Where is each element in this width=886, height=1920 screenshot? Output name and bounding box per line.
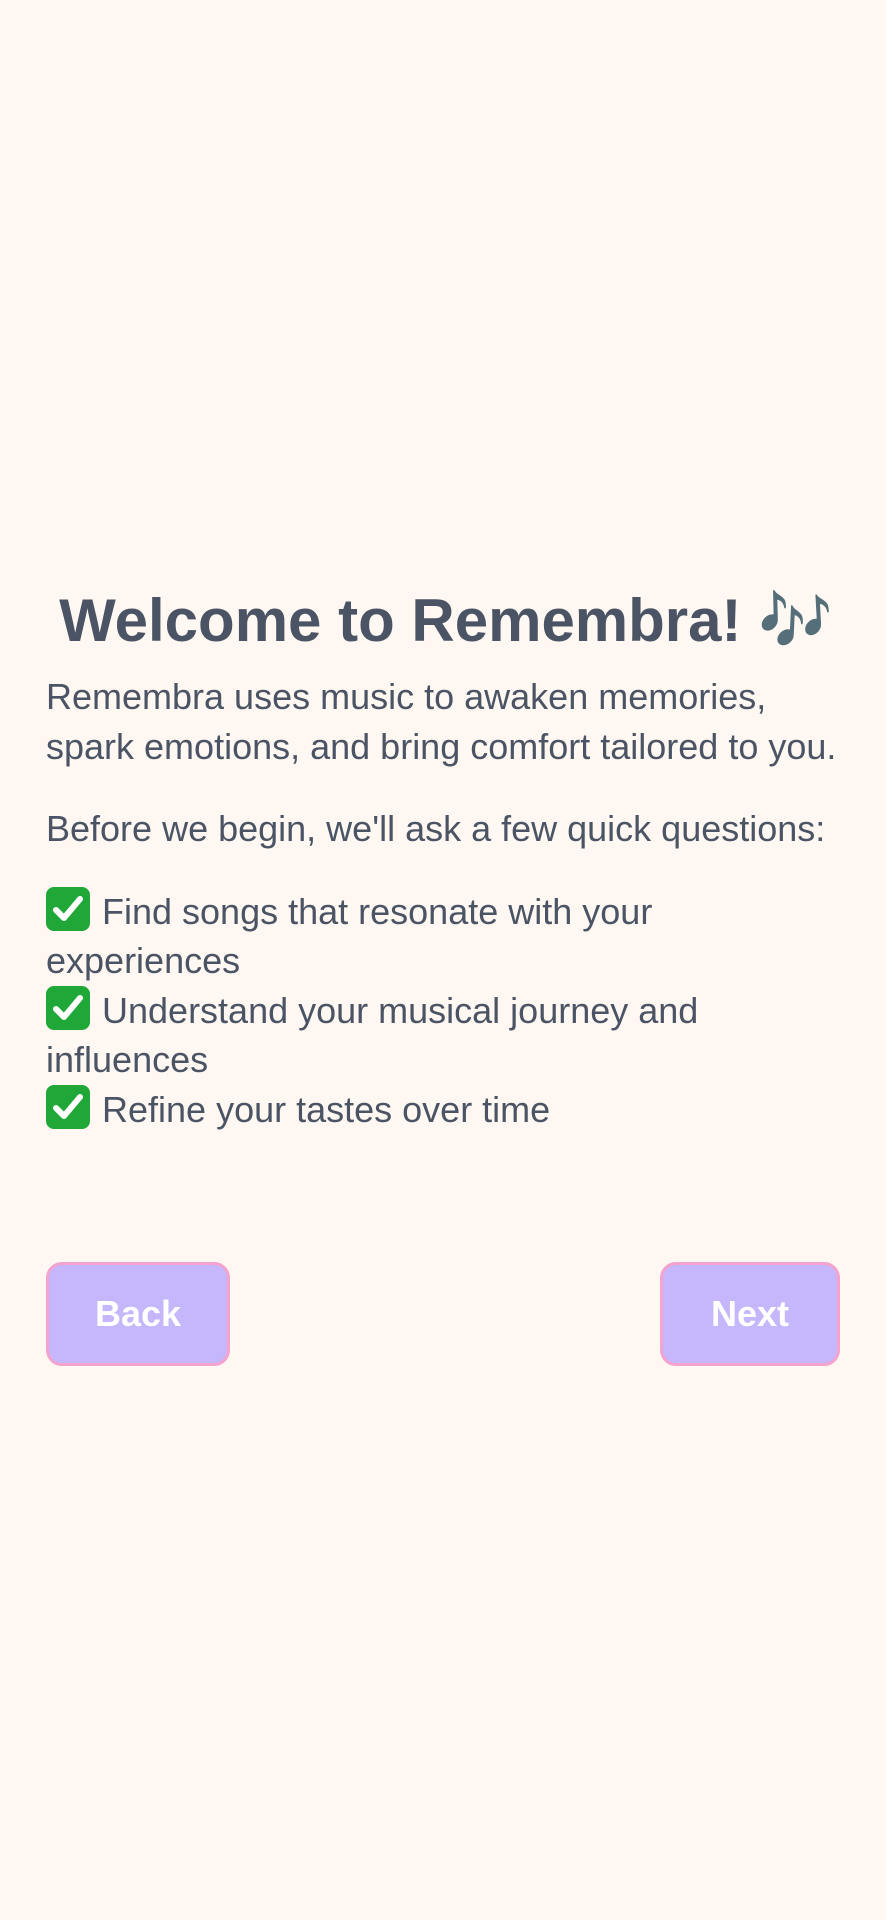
back-button[interactable]: Back bbox=[46, 1262, 230, 1366]
feature-item: Refine your tastes over time bbox=[46, 1084, 846, 1135]
check-mark-icon bbox=[46, 985, 90, 1030]
feature-item: Find songs that resonate with your exper… bbox=[46, 886, 846, 986]
feature-text: Understand your musical journey and infl… bbox=[46, 989, 699, 1081]
question-prompt: Before we begin, we'll ask a few quick q… bbox=[46, 808, 826, 849]
welcome-content: Welcome to Remembra! 🎶 Remembra uses mus… bbox=[46, 580, 846, 1134]
intro-text: Remembra uses music to awaken memories, … bbox=[46, 676, 837, 767]
page-title: Welcome to Remembra! 🎶 bbox=[59, 587, 833, 654]
feature-text: Refine your tastes over time bbox=[102, 1088, 551, 1130]
next-button[interactable]: Next bbox=[660, 1262, 840, 1366]
feature-item: Understand your musical journey and infl… bbox=[46, 985, 846, 1085]
feature-list: Find songs that resonate with your exper… bbox=[46, 886, 846, 1135]
check-mark-icon bbox=[46, 886, 90, 931]
feature-text: Find songs that resonate with your exper… bbox=[46, 890, 653, 982]
check-mark-icon bbox=[46, 1084, 90, 1129]
